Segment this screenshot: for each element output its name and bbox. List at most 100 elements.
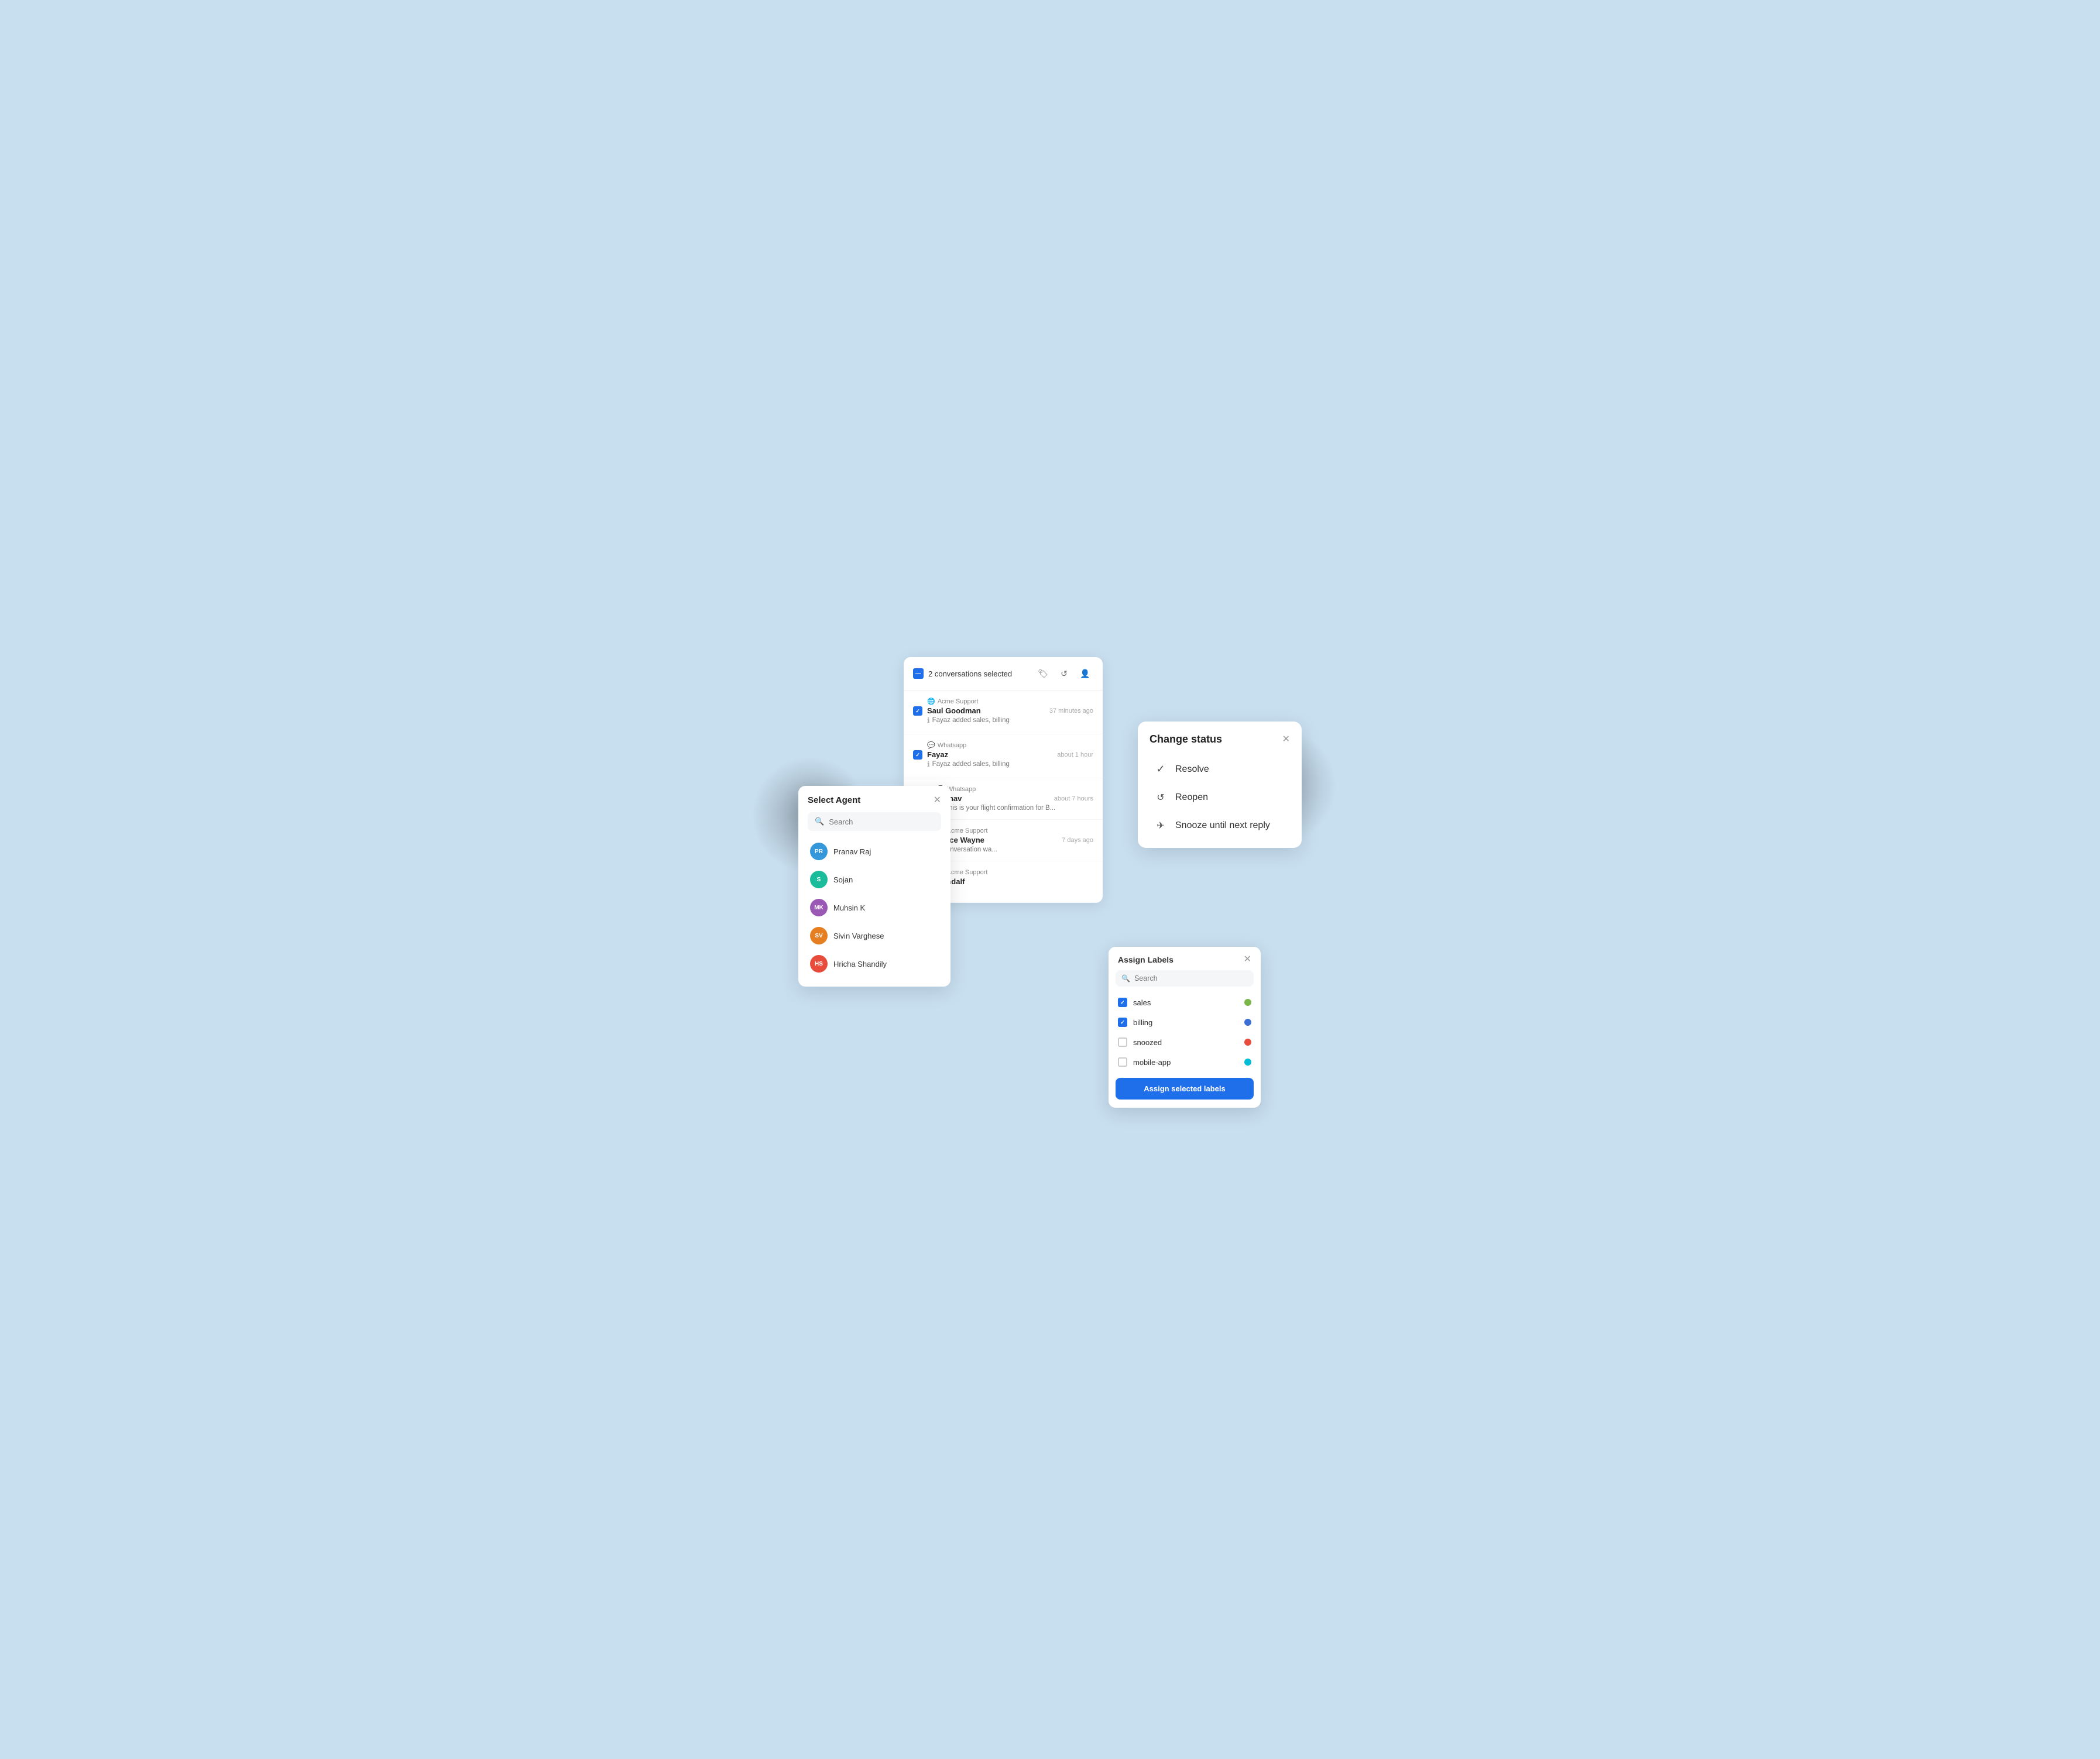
assign-selected-labels-button[interactable]: Assign selected labels bbox=[1116, 1078, 1254, 1100]
status-item-resolve[interactable]: ✓ Resolve bbox=[1149, 756, 1290, 782]
conv-info-bruce: 🌐 Acme Support Bruce Wayne 7 days ago ℹ … bbox=[936, 827, 1093, 854]
status-panel-close-button[interactable]: ✕ bbox=[1282, 735, 1290, 744]
label-list: sales billing snoozed mobile-app bbox=[1109, 992, 1261, 1072]
search-icon: 🔍 bbox=[815, 817, 824, 826]
conv-checkbox-fayaz[interactable] bbox=[913, 750, 922, 760]
status-header: Change status ✕ bbox=[1149, 733, 1290, 745]
label-item-snoozed[interactable]: snoozed bbox=[1111, 1032, 1258, 1052]
conv-name-row-pranav: Pranav about 7 hours bbox=[936, 794, 1093, 803]
label-name-billing: billing bbox=[1133, 1018, 1238, 1027]
agent-avatar-pranav: PR bbox=[810, 843, 828, 860]
scene: 2 conversations selected 🏷 ↺ 👤 🌐 Acme Su… bbox=[787, 640, 1313, 1119]
conv-preview-saul: ℹ Fayaz added sales, billing bbox=[927, 716, 1093, 724]
agent-search-input[interactable] bbox=[829, 817, 934, 826]
labels-search-box[interactable]: 🔍 bbox=[1116, 970, 1254, 987]
conv-item-top: 🌐 Acme Support Saul Goodman 37 minutes a… bbox=[913, 698, 1093, 724]
agent-panel-close-button[interactable]: ✕ bbox=[934, 796, 941, 805]
status-item-reopen[interactable]: ↺ Reopen bbox=[1149, 785, 1290, 810]
agent-search-box[interactable]: 🔍 bbox=[808, 812, 941, 831]
label-item-sales[interactable]: sales bbox=[1111, 992, 1258, 1012]
agent-item-sojan[interactable]: S Sojan bbox=[808, 866, 941, 893]
conv-time-saul: 37 minutes ago bbox=[1049, 707, 1093, 714]
status-item-snooze[interactable]: ✈ Snooze until next reply bbox=[1149, 813, 1290, 839]
whatsapp-icon-fayaz: 💬 bbox=[927, 741, 935, 749]
label-item-billing[interactable]: billing bbox=[1111, 1012, 1258, 1032]
conv-name-row-gandalf: Gandalf bbox=[936, 877, 1093, 886]
agent-item-pranav[interactable]: PR Pranav Raj bbox=[808, 838, 941, 865]
label-checkbox-sales[interactable] bbox=[1118, 998, 1127, 1007]
resolve-icon: ✓ bbox=[1154, 763, 1167, 775]
conv-header-title: 2 conversations selected bbox=[928, 669, 1012, 678]
labels-header: Assign Labels ✕ bbox=[1109, 947, 1261, 970]
label-checkbox-snoozed[interactable] bbox=[1118, 1037, 1127, 1047]
agent-avatar-sivin: SV bbox=[810, 927, 828, 944]
conv-preview-pranav: ↩ This is your flight confirmation for B… bbox=[936, 804, 1093, 812]
conv-source-saul: 🌐 Acme Support bbox=[927, 698, 1093, 705]
conv-info-gandalf: 🌐 Acme Support Gandalf ↩ hi bbox=[936, 868, 1093, 895]
label-dot-snoozed bbox=[1244, 1039, 1251, 1046]
status-title: Change status bbox=[1149, 733, 1222, 745]
label-action-button[interactable]: 🏷 bbox=[1035, 665, 1051, 682]
conv-item-fayaz[interactable]: 💬 Whatsapp Fayaz about 1 hour ℹ Fayaz ad… bbox=[904, 734, 1103, 778]
conv-header-left: 2 conversations selected bbox=[913, 668, 1012, 679]
labels-title: Assign Labels bbox=[1118, 955, 1173, 964]
conv-preview-bruce: ℹ Conversation wa... bbox=[936, 846, 1093, 854]
conv-checkbox-saul[interactable] bbox=[913, 706, 922, 716]
labels-search-input[interactable] bbox=[1134, 974, 1248, 982]
labels-panel-close-button[interactable]: ✕ bbox=[1244, 955, 1251, 964]
agent-panel-header: Select Agent ✕ bbox=[808, 795, 941, 805]
agent-name-sojan: Sojan bbox=[833, 875, 853, 884]
conv-time-pranav: about 7 hours bbox=[1054, 795, 1093, 802]
agent-name-sivin: Sivin Varghese bbox=[833, 932, 884, 940]
conv-item-saul[interactable]: 🌐 Acme Support Saul Goodman 37 minutes a… bbox=[904, 690, 1103, 734]
conv-time-bruce: 7 days ago bbox=[1062, 837, 1093, 844]
conv-item-top-fayaz: 💬 Whatsapp Fayaz about 1 hour ℹ Fayaz ad… bbox=[913, 741, 1093, 768]
conv-source-fayaz: 💬 Whatsapp bbox=[927, 741, 1093, 749]
status-list: ✓ Resolve ↺ Reopen ✈ Snooze until next r… bbox=[1149, 756, 1290, 839]
conv-info-pranav: 💬 Whatsapp Pranav about 7 hours ↩ This i… bbox=[936, 785, 1093, 812]
globe-icon: 🌐 bbox=[927, 698, 935, 705]
assign-labels-panel: Assign Labels ✕ 🔍 sales billing sno bbox=[1109, 947, 1261, 1108]
agent-avatar-sojan: S bbox=[810, 871, 828, 888]
reopen-icon: ↺ bbox=[1154, 792, 1167, 803]
label-name-snoozed: snoozed bbox=[1133, 1038, 1238, 1047]
label-checkbox-mobile-app[interactable] bbox=[1118, 1057, 1127, 1067]
refresh-action-button[interactable]: ↺ bbox=[1056, 665, 1072, 682]
agent-list: PR Pranav Raj S Sojan MK Muhsin K SV Siv… bbox=[808, 838, 941, 977]
conv-name-row-bruce: Bruce Wayne 7 days ago bbox=[936, 836, 1093, 844]
agent-name-muhsin: Muhsin K bbox=[833, 903, 865, 912]
conv-header-actions: 🏷 ↺ 👤 bbox=[1035, 665, 1093, 682]
conv-time-fayaz: about 1 hour bbox=[1057, 751, 1093, 758]
agent-item-sivin[interactable]: SV Sivin Varghese bbox=[808, 922, 941, 949]
label-dot-billing bbox=[1244, 1019, 1251, 1026]
labels-search-icon: 🔍 bbox=[1121, 974, 1130, 982]
agent-name-pranav: Pranav Raj bbox=[833, 847, 871, 856]
conv-name-saul: Saul Goodman bbox=[927, 706, 981, 715]
assign-action-button[interactable]: 👤 bbox=[1077, 665, 1093, 682]
change-status-panel: Change status ✕ ✓ Resolve ↺ Reopen ✈ Sno… bbox=[1138, 722, 1302, 848]
select-agent-panel: Select Agent ✕ 🔍 PR Pranav Raj S Sojan M… bbox=[798, 786, 951, 987]
conv-preview-gandalf: ↩ hi bbox=[936, 887, 1093, 895]
conv-name-row-saul: Saul Goodman 37 minutes ago bbox=[927, 706, 1093, 715]
conv-info-saul: 🌐 Acme Support Saul Goodman 37 minutes a… bbox=[927, 698, 1093, 724]
conv-name-fayaz: Fayaz bbox=[927, 750, 948, 759]
label-dot-mobile-app bbox=[1244, 1059, 1251, 1066]
agent-name-hricha: Hricha Shandily bbox=[833, 960, 887, 968]
conv-preview-fayaz: ℹ Fayaz added sales, billing bbox=[927, 760, 1093, 768]
agent-item-muhsin[interactable]: MK Muhsin K bbox=[808, 894, 941, 921]
status-label-resolve: Resolve bbox=[1175, 764, 1209, 775]
conv-header: 2 conversations selected 🏷 ↺ 👤 bbox=[904, 657, 1103, 690]
conv-source-pranav: 💬 Whatsapp bbox=[936, 785, 1093, 793]
agent-avatar-hricha: HS bbox=[810, 955, 828, 973]
agent-item-hricha[interactable]: HS Hricha Shandily bbox=[808, 950, 941, 977]
status-label-snooze: Snooze until next reply bbox=[1175, 820, 1270, 831]
conv-selected-icon bbox=[913, 668, 924, 679]
label-item-mobile-app[interactable]: mobile-app bbox=[1111, 1052, 1258, 1072]
conv-source-bruce: 🌐 Acme Support bbox=[936, 827, 1093, 834]
label-checkbox-billing[interactable] bbox=[1118, 1018, 1127, 1027]
conv-info-fayaz: 💬 Whatsapp Fayaz about 1 hour ℹ Fayaz ad… bbox=[927, 741, 1093, 768]
conv-name-row-fayaz: Fayaz about 1 hour bbox=[927, 750, 1093, 759]
snooze-icon: ✈ bbox=[1154, 820, 1167, 832]
status-label-reopen: Reopen bbox=[1175, 792, 1208, 803]
label-name-mobile-app: mobile-app bbox=[1133, 1058, 1238, 1067]
